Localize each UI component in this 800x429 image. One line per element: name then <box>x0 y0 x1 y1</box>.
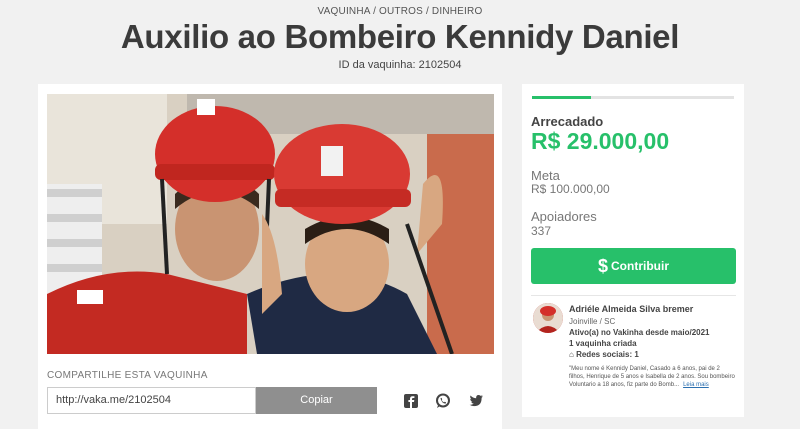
organizer-description-text: "Meu nome é Kennidy Daniel, Casado a 6 a… <box>569 366 735 388</box>
campaign-card: COMPARTILHE ESTA VAQUINHA http://vaka.me… <box>38 84 502 429</box>
organizer-social: ⌂ Redes sociais: 1 <box>569 350 639 359</box>
contribute-label: Contribuir <box>611 259 669 273</box>
divider <box>531 295 736 296</box>
organizer-active-since: Ativo(a) no Vakinha desde maio/2021 <box>569 328 710 337</box>
organizer-name[interactable]: Adriéle Almeida Silva bremer <box>569 304 693 314</box>
share-url-input[interactable]: http://vaka.me/2102504 <box>47 387 256 414</box>
contribute-button[interactable]: $ Contribuir <box>531 248 736 284</box>
facebook-icon[interactable] <box>402 392 420 410</box>
organizer-social-text: Redes sociais: 1 <box>576 350 639 359</box>
page-title: Auxilio ao Bombeiro Kennidy Daniel <box>120 18 680 55</box>
stats-card: Arrecadado R$ 29.000,00 Meta R$ 100.000,… <box>522 84 744 417</box>
raised-value: R$ 29.000,00 <box>531 128 670 154</box>
organizer-campaigns: 1 vaquinha criada <box>569 339 637 348</box>
social-network-icon: ⌂ <box>569 350 574 359</box>
organizer-description: "Meu nome é Kennidy Daniel, Casado a 6 a… <box>569 365 737 389</box>
supporters-value: 337 <box>531 224 552 238</box>
avatar[interactable] <box>533 303 563 333</box>
whatsapp-icon[interactable] <box>434 392 452 410</box>
goal-label: Meta <box>531 168 560 183</box>
campaign-photo <box>47 94 494 354</box>
organizer-city: Joinville / SC <box>569 317 616 326</box>
dollar-icon: $ <box>597 256 608 276</box>
progress-fill <box>532 96 591 99</box>
supporters-label: Apoiadores <box>531 209 597 224</box>
progress-bar <box>532 96 734 99</box>
firefighter-photo <box>47 94 494 354</box>
twitter-icon[interactable] <box>467 392 485 410</box>
share-label: COMPARTILHE ESTA VAQUINHA <box>47 370 208 381</box>
breadcrumb: VAQUINHA / OUTROS / DINHEIRO <box>317 6 483 17</box>
raised-label: Arrecadado <box>531 114 604 129</box>
copy-button[interactable]: Copiar <box>256 387 377 414</box>
read-more-link[interactable]: Leia mais <box>683 382 709 388</box>
campaign-id: ID da vaquinha: 2102504 <box>338 59 462 71</box>
goal-value: R$ 100.000,00 <box>531 182 610 196</box>
